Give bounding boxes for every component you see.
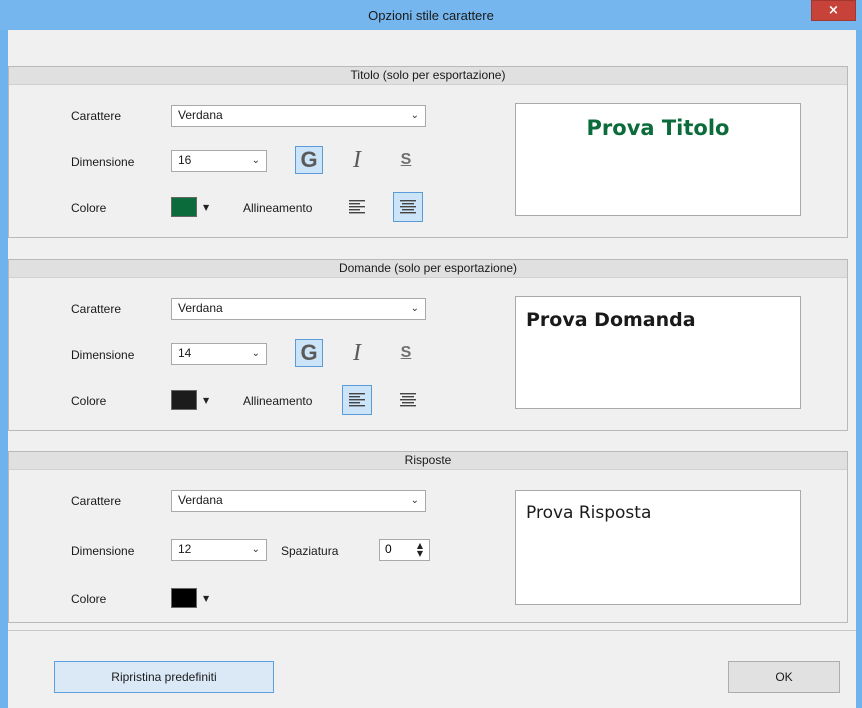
title-color-swatch [171, 197, 197, 217]
answer-size-select[interactable]: 12 ⌄ [171, 539, 267, 561]
answer-style-group: Risposte Carattere Verdana ⌄ Dimensione … [8, 451, 848, 623]
color-label: Colore [71, 201, 107, 215]
title-bar: Opzioni stile carattere × [0, 0, 862, 30]
dialog-body: Titolo (solo per esportazione) Carattere… [8, 30, 856, 708]
spacing-value: 0 [385, 542, 392, 556]
align-left-icon [349, 200, 365, 214]
align-center-icon [400, 200, 416, 214]
caret-down-icon: ▼ [203, 202, 210, 212]
chevron-down-icon: ⌄ [410, 110, 419, 121]
question-underline-button[interactable]: S [392, 339, 420, 367]
size-label: Dimensione [71, 348, 135, 362]
question-color-swatch [171, 390, 197, 410]
question-preview-text: Prova Domanda [526, 309, 696, 331]
chevron-down-icon: ⌄ [251, 544, 260, 555]
title-color-button[interactable]: ▼ [171, 194, 219, 220]
answer-preview-box: Prova Risposta [515, 490, 801, 605]
spin-arrows[interactable]: ▲ ▼ [413, 541, 427, 559]
question-align-center-button[interactable] [393, 385, 423, 415]
footer-separator [8, 630, 856, 631]
chevron-down-icon: ⌄ [410, 495, 419, 506]
title-font-value: Verdana [178, 108, 223, 122]
size-label: Dimensione [71, 544, 135, 558]
color-label: Colore [71, 394, 107, 408]
title-underline-button[interactable]: S [392, 146, 420, 174]
align-left-icon [349, 393, 365, 407]
answer-font-select[interactable]: Verdana ⌄ [171, 490, 426, 512]
caret-down-icon: ▼ [203, 593, 210, 603]
bold-icon: G [300, 340, 318, 365]
title-font-select[interactable]: Verdana ⌄ [171, 105, 426, 127]
spacing-spinner[interactable]: 0 ▲ ▼ [379, 539, 430, 561]
align-center-icon [400, 393, 416, 407]
question-font-value: Verdana [178, 301, 223, 315]
title-align-center-button[interactable] [393, 192, 423, 222]
italic-icon: I [353, 339, 361, 366]
title-preview-text: Prova Titolo [586, 116, 730, 140]
close-icon: × [828, 3, 839, 18]
close-button[interactable]: × [811, 0, 856, 21]
title-group-header: Titolo (solo per esportazione) [9, 67, 847, 85]
answer-font-value: Verdana [178, 493, 223, 507]
dialog-window: Opzioni stile carattere × Titolo (solo p… [0, 0, 862, 708]
reset-defaults-button[interactable]: Ripristina predefiniti [54, 661, 274, 693]
question-color-button[interactable]: ▼ [171, 387, 219, 413]
answer-preview-text: Prova Risposta [526, 503, 652, 523]
question-italic-button[interactable]: I [343, 339, 371, 367]
answer-group-header: Risposte [9, 452, 847, 470]
title-bold-button[interactable]: G [295, 146, 323, 174]
answer-size-value: 12 [178, 542, 192, 556]
italic-icon: I [353, 146, 361, 173]
spin-down-icon[interactable]: ▼ [417, 550, 423, 558]
color-label: Colore [71, 592, 107, 606]
bold-icon: G [300, 147, 318, 172]
question-align-left-button[interactable] [342, 385, 372, 415]
font-label: Carattere [71, 302, 122, 316]
question-size-value: 14 [178, 346, 192, 360]
font-label: Carattere [71, 494, 122, 508]
chevron-down-icon: ⌄ [251, 155, 260, 166]
answer-color-button[interactable]: ▼ [171, 585, 219, 611]
question-size-select[interactable]: 14 ⌄ [171, 343, 267, 365]
question-bold-button[interactable]: G [295, 339, 323, 367]
title-italic-button[interactable]: I [343, 146, 371, 174]
alignment-label: Allineamento [243, 394, 313, 408]
question-style-group: Domande (solo per esportazione) Caratter… [8, 259, 848, 431]
answer-color-swatch [171, 588, 197, 608]
title-size-select[interactable]: 16 ⌄ [171, 150, 267, 172]
spacing-label: Spaziatura [281, 544, 339, 558]
font-label: Carattere [71, 109, 122, 123]
question-group-header: Domande (solo per esportazione) [9, 260, 847, 278]
chevron-down-icon: ⌄ [251, 348, 260, 359]
ok-button[interactable]: OK [728, 661, 840, 693]
question-preview-box: Prova Domanda [515, 296, 801, 409]
underline-icon: S [400, 151, 412, 168]
title-preview-box: Prova Titolo [515, 103, 801, 216]
window-title: Opzioni stile carattere [368, 8, 494, 23]
caret-down-icon: ▼ [203, 395, 210, 405]
size-label: Dimensione [71, 155, 135, 169]
title-size-value: 16 [178, 153, 192, 167]
alignment-label: Allineamento [243, 201, 313, 215]
title-align-left-button[interactable] [342, 192, 372, 222]
question-font-select[interactable]: Verdana ⌄ [171, 298, 426, 320]
chevron-down-icon: ⌄ [410, 303, 419, 314]
underline-icon: S [400, 344, 412, 361]
title-style-group: Titolo (solo per esportazione) Carattere… [8, 66, 848, 238]
